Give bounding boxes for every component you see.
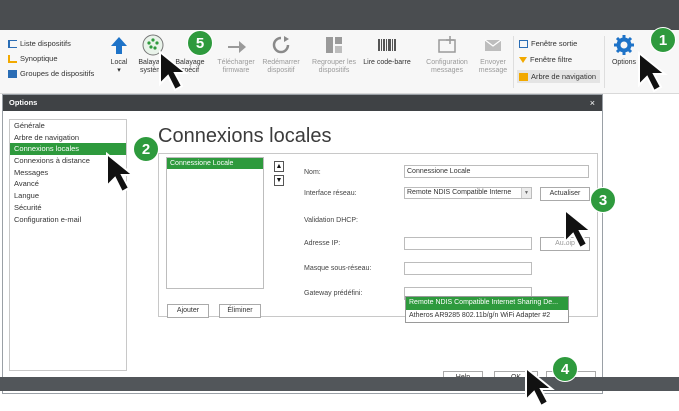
connection-list: Connessione Locale (166, 157, 264, 289)
ip-field[interactable] (404, 237, 532, 250)
page-title: Connexions locales (158, 125, 332, 147)
name-label: Nom: (304, 169, 321, 176)
synoptic-icon (8, 54, 17, 63)
tree-icon (519, 72, 528, 81)
nav-item-security[interactable]: Sécurité (10, 202, 126, 214)
device-groups-label: Groupes de dispositifs (20, 69, 95, 78)
nav-item-general[interactable]: Générale (10, 120, 126, 132)
chevron-down-icon: ▼ (521, 188, 531, 198)
arrow-right-icon (228, 41, 246, 53)
devices-list-link[interactable]: Liste dispositifs (8, 36, 100, 51)
filter-window-toggle[interactable]: Fenêtre filtre (519, 53, 572, 66)
move-up-button[interactable]: ▲ (274, 161, 284, 172)
move-down-button[interactable]: ▼ (274, 175, 284, 186)
refresh-button[interactable]: Actualiser (540, 187, 590, 201)
add-button[interactable]: Ajouter (167, 304, 209, 318)
ribbon-separator (513, 36, 514, 88)
message-config-icon (438, 36, 456, 53)
ribbon-toolbar: Liste dispositifs Synoptique Groupes de … (0, 30, 679, 94)
navigation-tree-label: Arbre de navigation (531, 72, 597, 81)
close-icon[interactable]: × (590, 95, 595, 111)
barcode-icon (378, 39, 396, 51)
groups-icon (8, 69, 17, 78)
navigation-tree-toggle[interactable]: Arbre de navigation (517, 70, 601, 83)
nav-item-email-config[interactable]: Configuration e-mail (10, 214, 126, 226)
nav-item-navigation-tree[interactable]: Arbre de navigation (10, 132, 126, 144)
list-icon (8, 39, 17, 48)
dropdown-option[interactable]: Atheros AR9285 802.11b/g/n WiFi Adapter … (406, 310, 568, 323)
chevron-down-icon: ▼ (275, 177, 283, 184)
output-window-label: Fenêtre sortie (531, 39, 578, 48)
message-config-button[interactable]: Configuration messages (424, 34, 470, 75)
output-window-toggle[interactable]: Fenêtre sortie (519, 37, 577, 50)
restart-device-label: Redémarrer dispositif (262, 59, 300, 74)
dialog-title: Options (3, 95, 602, 111)
options-dialog: Options × Générale Arbre de navigation C… (2, 94, 603, 394)
cursor-arrow-icon (159, 50, 189, 92)
send-message-button[interactable]: Envoyer message (470, 34, 516, 75)
interface-select[interactable]: Remote NDIS Compatible Interne ▼ (404, 187, 532, 199)
group-devices-button[interactable]: Regrouper les dispositifs (309, 34, 359, 75)
interface-dropdown: Remote NDIS Compatible Internet Sharing … (405, 296, 569, 323)
envelope-icon (484, 39, 502, 51)
group-devices-label: Regrouper les dispositifs (312, 59, 356, 74)
device-groups-link[interactable]: Groupes de dispositifs (8, 66, 100, 81)
step-badge-5: 5 (187, 30, 213, 56)
restart-icon (272, 36, 290, 54)
options-label: Options (611, 59, 637, 66)
restart-device-button[interactable]: Redémarrer dispositif (258, 34, 304, 75)
name-field[interactable]: Connessione Locale (404, 165, 589, 178)
title-bar (0, 0, 679, 30)
app-window: Liste dispositifs Synoptique Groupes de … (0, 0, 679, 411)
synoptic-label: Synoptique (20, 54, 58, 63)
view-links: Liste dispositifs Synoptique Groupes de … (8, 36, 100, 81)
filter-window-label: Fenêtre filtre (530, 55, 573, 64)
gateway-label: Gateway prédéfini: (304, 290, 363, 297)
synoptic-link[interactable]: Synoptique (8, 51, 100, 66)
group-icon (326, 37, 342, 53)
list-item[interactable]: Connessione Locale (167, 158, 263, 169)
dhcp-label: Validation DHCP: (304, 217, 358, 224)
step-badge-1: 1 (650, 27, 676, 53)
filter-icon (519, 56, 527, 63)
status-bar (0, 377, 679, 391)
read-barcode-label: Lire code-barre (363, 59, 411, 66)
mask-field[interactable] (404, 262, 532, 275)
interface-label: Interface réseau: (304, 190, 357, 197)
cursor-arrow-icon (564, 208, 594, 250)
connections-panel: Connessione Locale ▲ ▼ Ajouter Éliminer … (158, 153, 598, 318)
read-barcode-button[interactable]: Lire code-barre (362, 34, 412, 67)
local-label: Local (110, 59, 128, 66)
step-badge-4: 4 (552, 356, 578, 382)
cursor-arrow-icon (638, 51, 668, 93)
message-config-label: Configuration messages (426, 59, 468, 74)
download-firmware-button[interactable]: Télécharger firmware (213, 34, 259, 75)
gear-icon (614, 35, 634, 55)
interface-value: Remote NDIS Compatible Interne (407, 189, 512, 196)
step-badge-2: 2 (133, 136, 159, 162)
devices-list-label: Liste dispositifs (20, 39, 71, 48)
chevron-up-icon: ▲ (275, 163, 283, 170)
download-firmware-label: Télécharger firmware (217, 59, 255, 74)
window-icon (519, 39, 528, 48)
arrow-up-icon (111, 37, 127, 54)
mask-label: Masque sous-réseau: (304, 265, 372, 272)
dropdown-option[interactable]: Remote NDIS Compatible Internet Sharing … (406, 297, 568, 310)
ip-label: Adresse IP: (304, 240, 341, 247)
send-message-label: Envoyer message (478, 59, 508, 74)
remove-button[interactable]: Éliminer (219, 304, 261, 318)
step-badge-3: 3 (590, 187, 616, 213)
